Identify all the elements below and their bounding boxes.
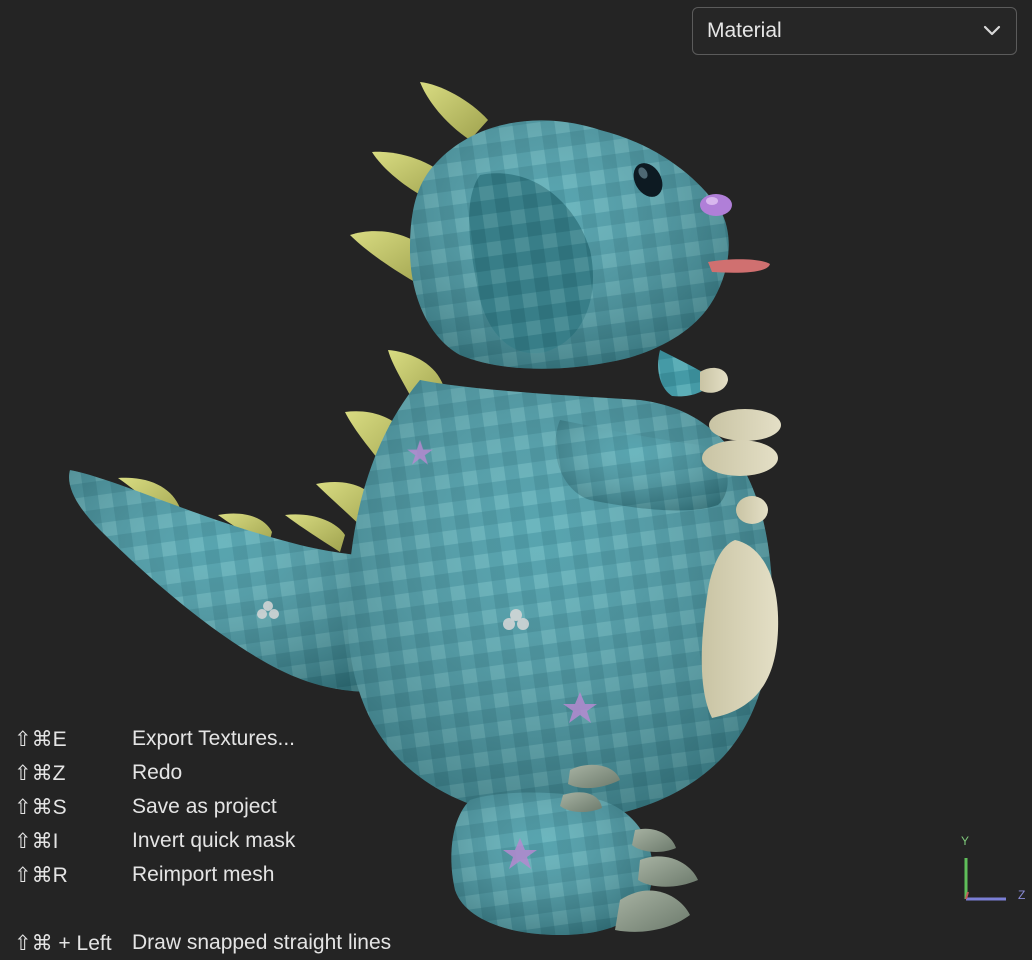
- shortcut-row: ⇧⌘ + Left Draw snapped straight lines: [0, 926, 430, 960]
- axis-z-label: Z: [1018, 888, 1026, 902]
- chevron-down-icon: [982, 21, 1002, 41]
- shortcut-row: ⇧⌘I Invert quick mask: [0, 824, 430, 858]
- tongue: [708, 259, 770, 273]
- shortcut-label: Export Textures...: [132, 727, 296, 750]
- shortcut-label: Invert quick mask: [132, 829, 296, 852]
- shortcut-row: ⇧⌘E Export Textures...: [0, 722, 430, 756]
- shortcut-keys: ⇧⌘S: [14, 795, 67, 819]
- nose: [700, 194, 732, 216]
- shortcut-hints: ⇧⌘E Export Textures... ⇧⌘Z Redo ⇧⌘S Save…: [0, 722, 430, 960]
- shortcut-label: Save as project: [132, 795, 277, 818]
- shortcut-keys: ⇧⌘R: [14, 863, 68, 887]
- axis-gizmo: Y Z: [952, 832, 1032, 912]
- shortcut-keys: ⇧⌘Z: [14, 761, 66, 785]
- shortcut-row: ⇧⌘S Save as project: [0, 790, 430, 824]
- shortcut-label: Draw snapped straight lines: [132, 931, 392, 954]
- shortcut-row: ⇧⌘R Reimport mesh: [0, 858, 430, 892]
- 3d-viewport[interactable]: Material ⇧⌘E Export Textures... ⇧⌘Z Redo…: [0, 0, 1032, 960]
- shortcut-keys: ⇧⌘E: [14, 727, 67, 751]
- shortcut-keys: ⇧⌘ + Left: [14, 931, 112, 955]
- shortcut-row: ⇧⌘Z Redo: [0, 756, 430, 790]
- shortcut-keys: ⇧⌘I: [14, 829, 59, 853]
- axis-y-label: Y: [961, 834, 970, 848]
- shortcut-label: Redo: [132, 761, 183, 784]
- view-mode-selected: Material: [707, 19, 782, 42]
- view-mode-dropdown[interactable]: Material: [692, 7, 1017, 55]
- shortcut-label: Reimport mesh: [132, 863, 275, 886]
